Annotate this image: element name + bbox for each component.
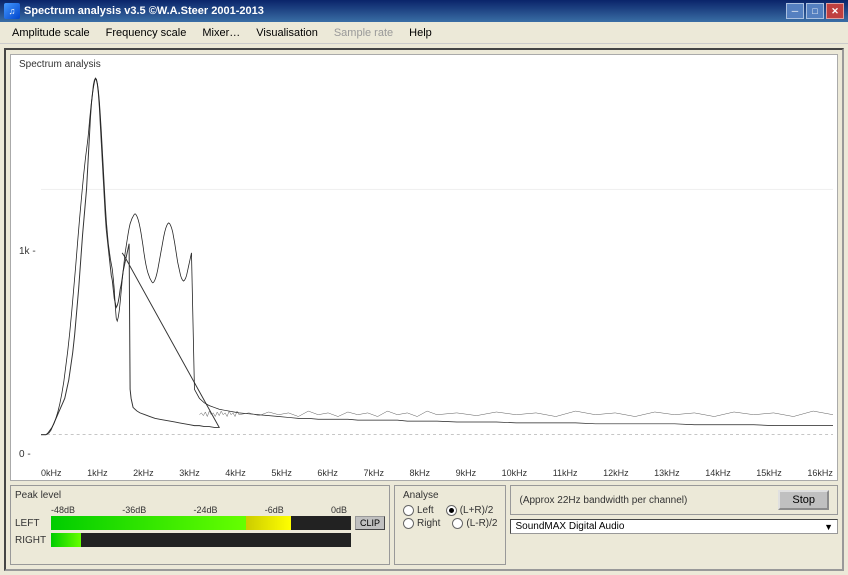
y-axis-1k-label: 1k - xyxy=(19,246,36,257)
peak-level-title: Peak level xyxy=(15,490,385,501)
spectrum-chart xyxy=(41,71,833,462)
analyse-lmr2-radio[interactable] xyxy=(452,518,463,529)
x-label-10: 10kHz xyxy=(502,468,528,478)
left-level-bar xyxy=(51,516,351,530)
analyse-radio-row-1: Left (L+R)/2 xyxy=(403,505,497,516)
right-channel-label: RIGHT xyxy=(15,535,47,546)
menu-mixer[interactable]: Mixer… xyxy=(194,25,248,41)
analyse-lpr2-radio[interactable] xyxy=(446,505,457,516)
analyse-right-option[interactable]: Right xyxy=(403,518,440,529)
x-label-2: 2kHz xyxy=(133,468,154,478)
x-label-3: 3kHz xyxy=(179,468,200,478)
level-markers: -48dB -36dB -24dB -6dB 0dB xyxy=(51,505,347,515)
right-info-panel: (Approx 22Hz bandwidth per channel) Stop… xyxy=(510,485,838,565)
main-window: Spectrum analysis 1k - 0 - 0kHz 1kHz 2kH… xyxy=(4,48,844,571)
x-label-14: 14kHz xyxy=(705,468,731,478)
analyse-lpr2-label: (L+R)/2 xyxy=(460,505,494,516)
analyse-right-label: Right xyxy=(417,518,440,529)
analyse-lmr2-option[interactable]: (L-R)/2 xyxy=(452,518,497,529)
x-label-0: 0kHz xyxy=(41,468,62,478)
stop-button[interactable]: Stop xyxy=(778,490,829,510)
x-label-6: 6kHz xyxy=(317,468,338,478)
menu-amplitude-scale[interactable]: Amplitude scale xyxy=(4,25,98,41)
menu-help[interactable]: Help xyxy=(401,25,440,41)
x-label-7: 7kHz xyxy=(363,468,384,478)
left-channel-label: LEFT xyxy=(15,518,47,529)
peak-level-panel: Peak level -48dB -36dB -24dB -6dB 0dB LE… xyxy=(10,485,390,565)
titlebar-controls: ─ □ ✕ xyxy=(786,3,844,19)
x-label-5: 5kHz xyxy=(271,468,292,478)
device-name: SoundMAX Digital Audio xyxy=(515,521,824,532)
menu-visualisation[interactable]: Visualisation xyxy=(248,25,326,41)
marker-48db: -48dB xyxy=(51,505,75,515)
titlebar-title: Spectrum analysis v3.5 ©W.A.Steer 2001-2… xyxy=(24,5,264,17)
clip-button[interactable]: CLIP xyxy=(355,516,385,530)
x-label-1: 1kHz xyxy=(87,468,108,478)
bottom-panel: Peak level -48dB -36dB -24dB -6dB 0dB LE… xyxy=(10,485,838,565)
x-label-4: 4kHz xyxy=(225,468,246,478)
device-select[interactable]: SoundMAX Digital Audio ▼ xyxy=(510,519,838,534)
x-label-8: 8kHz xyxy=(410,468,431,478)
analyse-title: Analyse xyxy=(403,490,497,501)
dropdown-arrow-icon[interactable]: ▼ xyxy=(824,522,833,532)
minimize-button[interactable]: ─ xyxy=(786,3,804,19)
analyse-left-radio[interactable] xyxy=(403,505,414,516)
analyse-left-option[interactable]: Left xyxy=(403,505,434,516)
app-icon: ♫ xyxy=(4,3,20,19)
maximize-button[interactable]: □ xyxy=(806,3,824,19)
analyse-panel: Analyse Left (L+R)/2 Right (L-R) xyxy=(394,485,506,565)
bandwidth-info: (Approx 22Hz bandwidth per channel) Stop xyxy=(510,485,838,515)
menu-frequency-scale[interactable]: Frequency scale xyxy=(98,25,195,41)
x-label-13: 13kHz xyxy=(654,468,680,478)
analyse-radio-row-2: Right (L-R)/2 xyxy=(403,518,497,529)
marker-36db: -36dB xyxy=(122,505,146,515)
spectrum-area: Spectrum analysis 1k - 0 - 0kHz 1kHz 2kH… xyxy=(10,54,838,481)
x-label-9: 9kHz xyxy=(456,468,477,478)
analyse-left-label: Left xyxy=(417,505,434,516)
analyse-lpr2-option[interactable]: (L+R)/2 xyxy=(446,505,494,516)
marker-6db: -6dB xyxy=(265,505,284,515)
menu-sample-rate: Sample rate xyxy=(326,25,401,41)
left-bar-yellow xyxy=(246,516,291,530)
x-axis: 0kHz 1kHz 2kHz 3kHz 4kHz 5kHz 6kHz 7kHz … xyxy=(41,468,833,478)
x-label-16: 16kHz xyxy=(807,468,833,478)
analyse-right-radio[interactable] xyxy=(403,518,414,529)
right-level-bar xyxy=(51,533,351,547)
close-button[interactable]: ✕ xyxy=(826,3,844,19)
spectrum-title: Spectrum analysis xyxy=(19,59,101,70)
titlebar: ♫ Spectrum analysis v3.5 ©W.A.Steer 2001… xyxy=(0,0,848,22)
analyse-lmr2-label: (L-R)/2 xyxy=(466,518,497,529)
x-label-11: 11kHz xyxy=(553,468,578,478)
right-channel-row: RIGHT xyxy=(15,533,385,547)
left-bar-green xyxy=(51,516,246,530)
titlebar-left: ♫ Spectrum analysis v3.5 ©W.A.Steer 2001… xyxy=(4,3,264,19)
x-label-15: 15kHz xyxy=(756,468,782,478)
bandwidth-text: (Approx 22Hz bandwidth per channel) xyxy=(519,495,687,506)
marker-0db: 0dB xyxy=(331,505,347,515)
y-axis-0-label: 0 - xyxy=(19,449,31,460)
marker-24db: -24dB xyxy=(194,505,218,515)
left-channel-row: LEFT CLIP xyxy=(15,516,385,530)
menubar: Amplitude scale Frequency scale Mixer… V… xyxy=(0,22,848,44)
x-label-12: 12kHz xyxy=(603,468,629,478)
right-bar-green xyxy=(51,533,81,547)
